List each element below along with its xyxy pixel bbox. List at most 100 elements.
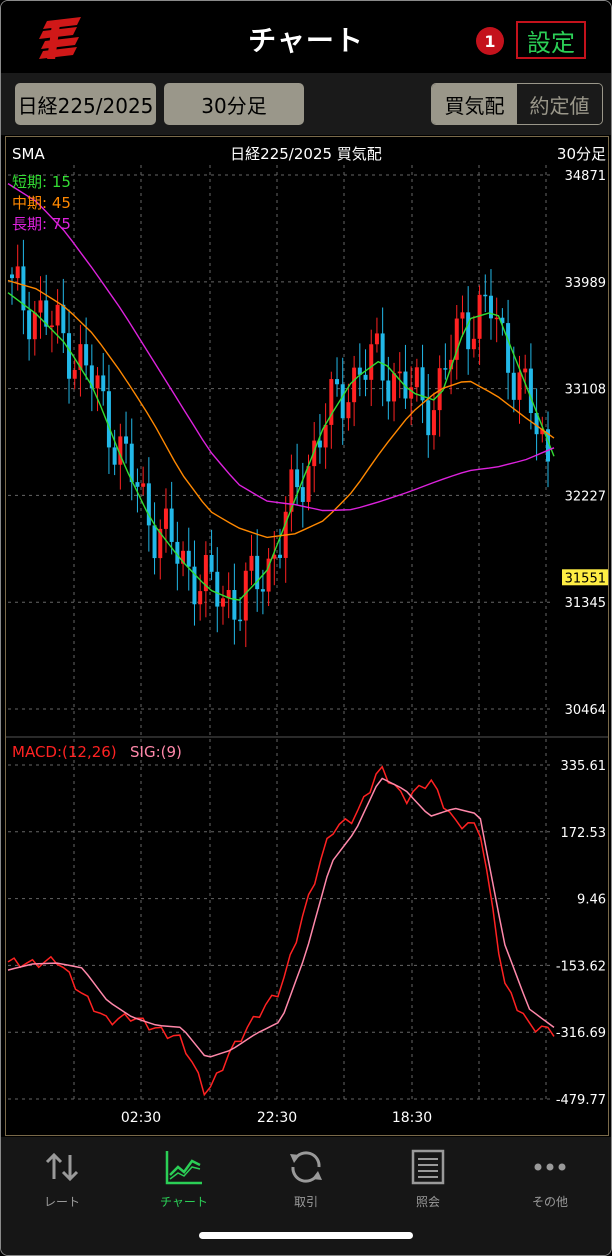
candle-body: [392, 373, 397, 402]
home-indicator: [199, 1232, 413, 1239]
candle-body: [15, 266, 20, 279]
candle-body: [511, 372, 516, 400]
candle-body: [135, 482, 140, 487]
candle-body: [340, 384, 345, 419]
candle-body: [431, 410, 436, 436]
candle-body: [369, 344, 374, 380]
sma-mid-line: [7, 279, 555, 539]
header: チャート 1 設定: [1, 1, 611, 73]
candle-body: [209, 554, 214, 572]
price-type-toggle: 買気配 約定値: [431, 83, 603, 125]
price-y-tick: 30464: [565, 703, 606, 718]
arrows-updown-icon: [45, 1152, 79, 1182]
refresh-icon: [290, 1151, 322, 1183]
candle-body: [232, 590, 237, 620]
candle-body: [38, 300, 43, 313]
sig-label: SIG:(9): [130, 743, 182, 761]
nav-inquiry[interactable]: 照会: [367, 1143, 489, 1215]
candle-body: [186, 550, 191, 567]
sma-short-line: [7, 292, 555, 601]
candle-body: [397, 371, 402, 374]
candle-body: [249, 555, 254, 571]
legend-short: 短期: 15: [12, 173, 71, 191]
candle-body: [300, 487, 305, 502]
candle-body: [141, 483, 146, 487]
chart-icon: [165, 1151, 202, 1185]
candle-body: [84, 344, 89, 366]
candle-body: [55, 304, 60, 326]
price-y-tick: 33989: [565, 276, 606, 291]
trade-price-tab[interactable]: 約定値: [517, 84, 602, 124]
candle-body: [483, 294, 488, 297]
candle-body: [106, 391, 111, 448]
macd-y-tick: 9.46: [577, 893, 606, 908]
legend-long: 長期: 75: [12, 215, 71, 233]
x-tick-label: 02:30: [121, 1110, 161, 1126]
candle-body: [67, 333, 72, 379]
candle-body: [466, 312, 471, 350]
nav-chart-label: チャート: [160, 1195, 208, 1209]
candle-body: [255, 555, 260, 590]
candle-body: [528, 368, 533, 414]
candle-body: [426, 400, 431, 436]
candle-body: [306, 466, 311, 502]
macd-line: [7, 765, 555, 1097]
nav-trade-label: 取引: [293, 1195, 318, 1209]
candle-body: [27, 310, 32, 340]
symbol-select-button[interactable]: 日経225/2025: [15, 83, 156, 125]
candle-body: [471, 338, 476, 350]
candle-body: [386, 380, 391, 402]
candle-body: [49, 325, 54, 327]
price-y-tick: 32227: [565, 489, 606, 504]
candle-body: [146, 483, 151, 526]
nav-chart[interactable]: チャート: [123, 1143, 245, 1215]
candle-body: [198, 591, 203, 605]
candle-body: [215, 571, 220, 607]
candle-body: [352, 367, 357, 403]
candle-body: [101, 375, 106, 392]
candle-body: [278, 554, 282, 558]
settings-button[interactable]: 設定: [516, 21, 586, 59]
price-y-tick: 33108: [565, 383, 606, 398]
sig-line: [7, 777, 555, 1058]
candle-body: [346, 402, 351, 419]
candle-body: [112, 447, 117, 465]
nav-more[interactable]: その他: [489, 1143, 611, 1215]
candle-body: [323, 424, 328, 448]
chart-canvas: 34871 33989 33108 32227 31345 30464 335.61 172.…: [6, 145, 608, 1126]
bid-price-tab[interactable]: 買気配: [432, 84, 517, 124]
chart-interval-label: 30分足: [557, 145, 606, 163]
interval-select-button[interactable]: 30分足: [164, 83, 304, 125]
candle-body: [260, 589, 265, 592]
candle-body: [124, 436, 129, 444]
price-y-tick: 34871: [565, 169, 606, 184]
candle-body: [335, 379, 340, 385]
nav-trade[interactable]: 取引: [245, 1143, 367, 1215]
app-frame: チャート 1 設定 日経225/2025 30分足 買気配 約定値 34871 3…: [0, 0, 612, 1256]
candle-body: [220, 598, 225, 607]
nav-rate-label: レート: [43, 1195, 80, 1209]
candle-body: [517, 372, 522, 400]
candle-body: [152, 525, 157, 559]
macd-y-tick: -153.62: [556, 959, 606, 974]
macd-y-tick: -479.77: [556, 1093, 606, 1108]
nav-rate[interactable]: レート: [1, 1143, 123, 1215]
chart-toolbar: 日経225/2025 30分足 買気配 約定値: [1, 73, 611, 135]
candle-body: [380, 333, 385, 381]
indicator-label: SMA: [12, 145, 45, 163]
macd-label: MACD:(12,26): [12, 743, 117, 761]
x-tick-label: 22:30: [257, 1110, 297, 1126]
candle-body: [61, 304, 66, 334]
candle-body: [443, 368, 448, 370]
chart-panel[interactable]: 34871 33989 33108 32227 31345 30464 335.61 172.…: [5, 136, 609, 1136]
x-tick-label: 18:30: [392, 1110, 432, 1126]
current-price-value: 31551: [565, 571, 606, 586]
annotation-badge: 1: [476, 27, 504, 55]
candle-body: [163, 508, 168, 529]
candle-body: [506, 323, 511, 373]
price-y-tick: 31345: [565, 596, 606, 611]
candle-body: [238, 619, 243, 622]
candle-body: [374, 333, 379, 345]
candle-body: [32, 312, 37, 340]
legend-mid: 中期: 45: [12, 194, 71, 212]
